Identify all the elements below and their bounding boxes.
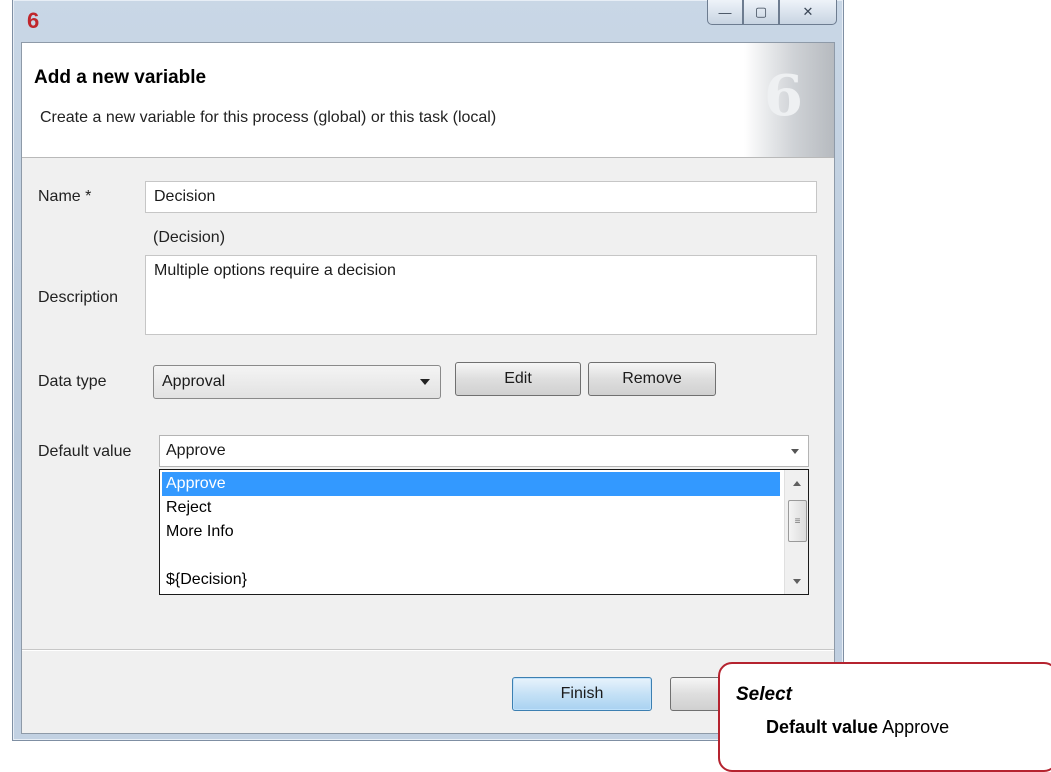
finish-button[interactable]: Finish (512, 677, 652, 711)
wizard-header: Add a new variable Create a new variable… (22, 43, 834, 158)
name-label: Name * (38, 188, 92, 205)
dropdown-option-empty[interactable] (162, 544, 780, 568)
app-logo-icon: 6 (27, 8, 40, 33)
default-value-combo[interactable]: Approve (159, 435, 809, 467)
window-controls: — ▢ ✕ (707, 0, 837, 26)
dropdown-option-approve[interactable]: Approve (162, 472, 780, 496)
default-value-dropdown-list: Approve Reject More Info ${Decision} ≡ (159, 469, 809, 595)
default-value-text: Approve (166, 442, 226, 459)
remove-button[interactable]: Remove (588, 362, 716, 396)
datatype-label: Data type (38, 373, 107, 390)
datatype-select[interactable]: Approval (153, 365, 441, 399)
header-banner-image: 6 (744, 43, 834, 157)
callout-body: Default value Approve (766, 717, 949, 738)
name-hint: (Decision) (153, 229, 226, 246)
default-value-label: Default value (38, 443, 132, 460)
minimize-icon: — (718, 4, 732, 20)
callout-title: Select (736, 684, 792, 705)
close-icon: ✕ (802, 4, 814, 19)
dropdown-scrollbar[interactable]: ≡ (784, 470, 808, 594)
maximize-icon: ▢ (754, 4, 768, 19)
minimize-button[interactable]: — (707, 0, 743, 25)
callout-field: Default value (766, 717, 879, 737)
close-button[interactable]: ✕ (779, 0, 837, 25)
dropdown-option-more-info[interactable]: More Info (162, 520, 780, 544)
dropdown-option-variable[interactable]: ${Decision} (162, 568, 780, 592)
instruction-callout: Select Default value Approve (718, 662, 1051, 772)
dialog-client-area: Add a new variable Create a new variable… (21, 42, 835, 734)
scroll-thumb[interactable]: ≡ (788, 500, 807, 542)
dropdown-option-reject[interactable]: Reject (162, 496, 780, 520)
banner-logo-icon: 6 (764, 63, 803, 129)
page-subtitle: Create a new variable for this process (… (40, 109, 497, 126)
page-title: Add a new variable (34, 67, 207, 88)
chevron-down-icon (420, 379, 430, 385)
description-textarea[interactable]: Multiple options require a decision (145, 255, 817, 335)
name-input[interactable]: Decision (145, 181, 817, 213)
scroll-up-icon[interactable] (785, 472, 809, 494)
datatype-select-value: Approval (162, 373, 226, 390)
dialog-window: 6 — ▢ ✕ Add a new variable Create a new … (12, 0, 844, 741)
title-bar[interactable]: 6 — ▢ ✕ (13, 0, 843, 42)
edit-button[interactable]: Edit (455, 362, 581, 396)
maximize-button[interactable]: ▢ (743, 0, 779, 25)
scroll-down-icon[interactable] (785, 570, 809, 592)
footer-separator (22, 649, 834, 651)
description-label: Description (38, 289, 119, 306)
callout-value: Approve (882, 717, 950, 737)
dropdown-arrow-icon[interactable] (782, 436, 808, 466)
